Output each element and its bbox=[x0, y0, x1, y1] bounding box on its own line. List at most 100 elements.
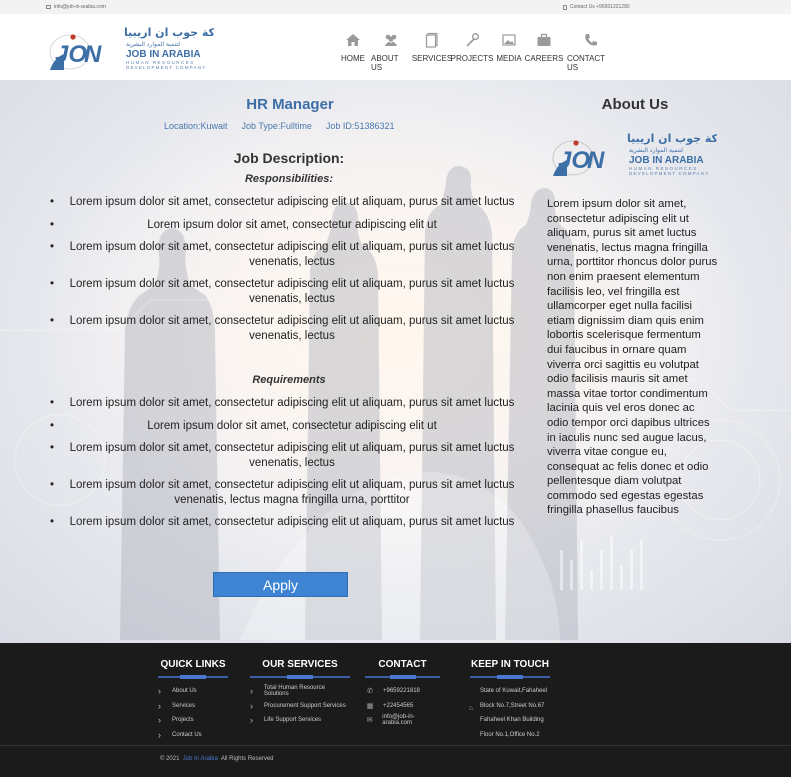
quick-link-contact[interactable]: › Contact Us bbox=[158, 728, 228, 743]
heading-underline bbox=[158, 675, 228, 679]
services-heading: OUR SERVICES bbox=[262, 659, 338, 670]
apply-button[interactable]: Apply bbox=[213, 572, 348, 597]
about-heading: About Us bbox=[601, 96, 669, 113]
copyright-text: All Rights Reserved bbox=[220, 756, 274, 762]
fax-icon: ▦ bbox=[366, 702, 374, 710]
svg-text:DEVELOPMENT COMPANY: DEVELOPMENT COMPANY bbox=[126, 65, 206, 70]
quick-link-services[interactable]: › Services bbox=[158, 699, 228, 714]
nav-contact-label: CONTACT US bbox=[567, 54, 605, 72]
users-icon bbox=[385, 34, 397, 46]
address-line: Floor No.1,Office No.2 bbox=[480, 731, 540, 738]
mail-icon: ✉ bbox=[366, 717, 373, 725]
svg-text:JOB IN ARABIA: JOB IN ARABIA bbox=[629, 155, 704, 166]
job-description-heading: Job Description: bbox=[233, 150, 345, 166]
link-label: Life Support Services bbox=[264, 717, 322, 724]
job-detail-section: HR Manager Location:Kuwait Job Type:Full… bbox=[0, 80, 791, 643]
copyright-brand-link[interactable]: Job In Arabia bbox=[183, 756, 218, 762]
address-line: Block No.7,Street No.67 bbox=[480, 702, 545, 709]
list-item: Lorem ipsum dolor sit amet, consectetur … bbox=[50, 515, 528, 530]
chevron-right-icon: › bbox=[158, 715, 161, 726]
top-bar: info@job-in-arabia.com Contact Us +96551… bbox=[0, 0, 791, 14]
list-item: Lorem ipsum dolor sit amet, consectetur … bbox=[50, 441, 528, 470]
responsibilities-list: Lorem ipsum dolor sit amet, consectetur … bbox=[50, 195, 528, 343]
wrench-icon bbox=[466, 33, 479, 47]
contact-list: ✆ +9659221818 ▦ +22454565 ✉ info@job-in-ara… bbox=[365, 684, 440, 728]
services-list: › Total Human Resource Solutions › Procure… bbox=[250, 684, 350, 728]
nav-projects-label: PROJECTS bbox=[450, 54, 494, 63]
footer-services: OUR SERVICES › Total Human Resource Solut… bbox=[250, 659, 350, 728]
list-item: Lorem ipsum dolor sit amet, consectetur … bbox=[50, 218, 528, 233]
keep-in-touch-heading: KEEP IN TOUCH bbox=[471, 659, 549, 670]
nav-services-label: SERVICES bbox=[411, 54, 453, 63]
nav-media-label: MEDIA bbox=[496, 54, 522, 63]
address-block: ⌂ State of Kuwait,Fahaheel Block No.7,St… bbox=[469, 684, 550, 742]
contact-heading: CONTACT bbox=[378, 659, 427, 670]
nav-media[interactable]: MEDIA bbox=[494, 32, 524, 72]
phone-icon bbox=[563, 4, 567, 10]
nav-home-label: HOME bbox=[341, 54, 365, 63]
contact-fax: ▦ +22454565 bbox=[365, 699, 440, 714]
mail-icon bbox=[46, 5, 51, 9]
heading-underline bbox=[365, 675, 440, 679]
quick-link-about[interactable]: › About Us bbox=[158, 684, 228, 699]
top-email[interactable]: info@job-in-arabia.com bbox=[46, 4, 106, 10]
service-link-life-support[interactable]: › Life Support Services bbox=[250, 713, 350, 728]
job-type: Job Type:Fulltime bbox=[241, 121, 312, 131]
requirements-heading: Requirements bbox=[252, 374, 326, 386]
top-email-text: info@job-in-arabia.com bbox=[54, 4, 106, 10]
svg-text:JOB IN ARABIA: JOB IN ARABIA bbox=[126, 49, 201, 60]
top-contact[interactable]: Contact Us +96551221280 bbox=[563, 4, 630, 10]
nav-projects[interactable]: PROJECTS bbox=[450, 32, 494, 72]
nav-contact[interactable]: CONTACT US bbox=[564, 32, 618, 72]
svg-text:لتنمية الموارد البشرية: لتنمية الموارد البشرية bbox=[629, 147, 683, 154]
chevron-right-icon: › bbox=[158, 686, 161, 697]
list-item: Lorem ipsum dolor sit amet, consectetur … bbox=[50, 277, 528, 306]
list-item: Lorem ipsum dolor sit amet, consectetur … bbox=[50, 396, 528, 411]
chevron-right-icon: › bbox=[250, 686, 253, 697]
job-location: Location:Kuwait bbox=[164, 121, 228, 131]
home-icon: ⌂ bbox=[468, 704, 474, 712]
heading-underline bbox=[250, 675, 350, 679]
nav-careers[interactable]: CAREERS bbox=[524, 32, 564, 72]
list-item: Lorem ipsum dolor sit amet, consectetur … bbox=[50, 195, 528, 210]
home-icon bbox=[346, 34, 360, 46]
address-line: State of Kuwait,Fahaheel bbox=[480, 688, 548, 694]
link-label: Services bbox=[172, 702, 196, 709]
list-item: Lorem ipsum dolor sit amet, consectetur … bbox=[50, 419, 528, 434]
svg-text:DEVELOPMENT COMPANY: DEVELOPMENT COMPANY bbox=[629, 171, 709, 176]
nav-home[interactable]: HOME bbox=[338, 32, 368, 72]
service-link-procurement[interactable]: › Procurement Support Services bbox=[250, 699, 350, 714]
briefcase-icon bbox=[537, 33, 551, 46]
nav-about[interactable]: ABOUT US bbox=[368, 32, 414, 72]
nav-about-label: ABOUT US bbox=[371, 54, 399, 72]
link-label: Procurement Support Services bbox=[264, 702, 346, 709]
main-nav: HOME ABOUT US SERVICES PROJECTS MEDIA CA… bbox=[338, 32, 618, 72]
link-label: Projects bbox=[172, 717, 194, 724]
job-title: HR Manager bbox=[246, 96, 334, 113]
contact-phone[interactable]: ✆ +9659221818 bbox=[365, 684, 440, 699]
nav-careers-label: CAREERS bbox=[524, 54, 564, 63]
quick-links-list: › About Us › Services › Projects › Contact U… bbox=[158, 684, 228, 742]
job-id: Job ID:51386321 bbox=[325, 121, 395, 131]
site-footer: QUICK LINKS › About Us › Services › Project… bbox=[0, 643, 791, 777]
requirements-list: Lorem ipsum dolor sit amet, consectetur … bbox=[50, 396, 528, 530]
contact-email[interactable]: ✉ info@job-in-arabia.com bbox=[365, 713, 440, 728]
list-item: Lorem ipsum dolor sit amet, consectetur … bbox=[50, 240, 528, 269]
footer-divider bbox=[0, 745, 791, 746]
company-logo[interactable]: JO N شركة جوب ان اريبيا لتنمية الموارد ا… bbox=[46, 24, 214, 72]
copyright: © 2021 Job In Arabia All Rights Reserved bbox=[160, 756, 274, 762]
site-header: JO N شركة جوب ان اريبيا لتنمية الموارد ا… bbox=[0, 14, 791, 80]
link-label: Contact Us bbox=[172, 731, 202, 738]
svg-text:JO: JO bbox=[55, 41, 87, 68]
chevron-right-icon: › bbox=[158, 729, 161, 740]
link-label: Total Human Resource Solutions bbox=[263, 685, 325, 698]
svg-text:شركة جوب ان اريبيا: شركة جوب ان اريبيا bbox=[627, 132, 717, 145]
nav-services[interactable]: SERVICES bbox=[411, 32, 453, 72]
svg-text:لتنمية الموارد البشرية: لتنمية الموارد البشرية bbox=[126, 41, 180, 48]
heading-underline bbox=[470, 675, 550, 679]
document-icon bbox=[425, 32, 438, 48]
contact-value: +22454565 bbox=[383, 702, 414, 709]
about-text: Lorem ipsum dolor sit amet, consectetur … bbox=[547, 198, 718, 517]
quick-link-projects[interactable]: › Projects bbox=[158, 713, 228, 728]
service-link-hr[interactable]: › Total Human Resource Solutions bbox=[250, 684, 350, 699]
